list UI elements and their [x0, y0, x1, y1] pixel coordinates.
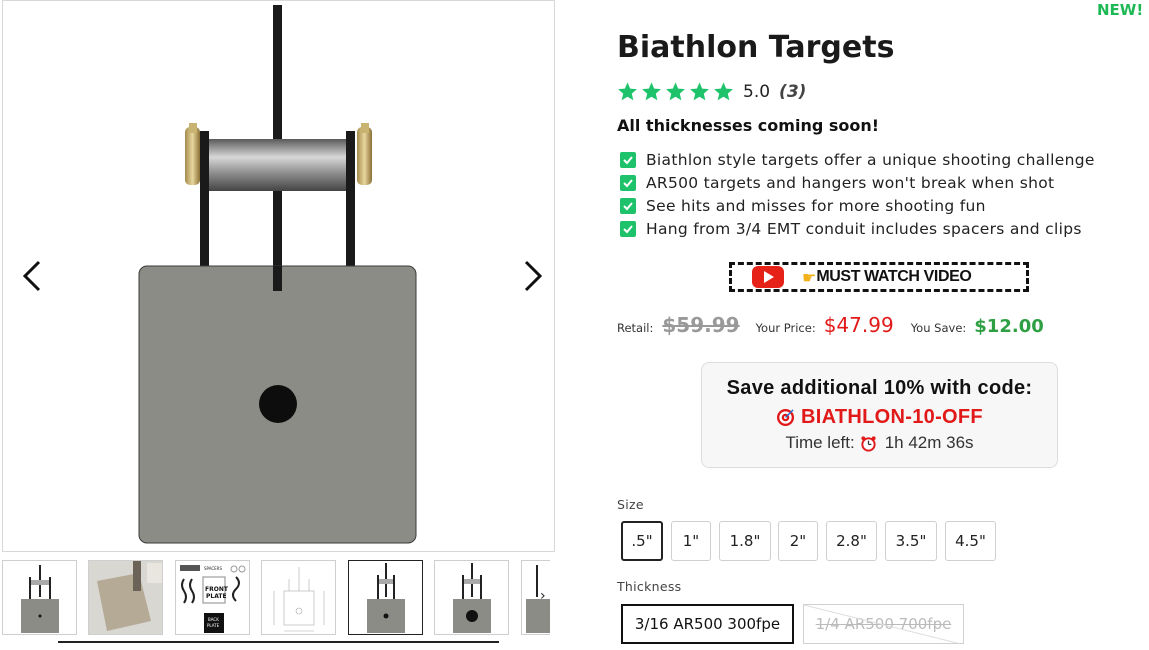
main-product-image[interactable]: [2, 0, 555, 552]
star-rating: [617, 81, 734, 102]
target-render-image: [138, 5, 417, 544]
thumbnail-scrollbar[interactable]: [58, 641, 499, 643]
thickness-option-3-16[interactable]: 3/16 AR500 300fpe: [621, 604, 794, 644]
next-image-arrow-icon[interactable]: [514, 256, 550, 296]
thumbnail-7[interactable]: [521, 560, 550, 635]
new-badge: NEW!: [1097, 1, 1144, 19]
thumbnail-strip: SPACERS FRONT PLATE BACK PLATE: [2, 559, 550, 637]
retail-label: Retail:: [617, 321, 654, 335]
feature-text: See hits and misses for more shooting fu…: [646, 196, 986, 215]
size-option-0-5[interactable]: .5": [621, 521, 663, 561]
size-option-2[interactable]: 2": [778, 521, 818, 561]
checkmark-icon: [620, 220, 636, 237]
promo-code-row: BIATHLON-10-OFF: [702, 406, 1057, 429]
thumbnail-6[interactable]: [434, 560, 509, 635]
svg-text:PLATE: PLATE: [206, 593, 227, 600]
feature-item: Hang from 3/4 EMT conduit includes space…: [620, 217, 1095, 240]
unavailable-strike-icon: [804, 605, 960, 643]
star-icon: [618, 82, 637, 101]
thickness-label: Thickness: [617, 579, 682, 594]
thumbnail-3[interactable]: SPACERS FRONT PLATE BACK PLATE: [175, 560, 250, 635]
announcement-text: All thicknesses coming soon!: [617, 116, 880, 135]
checkmark-icon: [620, 197, 636, 214]
thumbnail-2[interactable]: [88, 560, 163, 635]
thumbnail-5[interactable]: [348, 560, 423, 635]
price-row: Retail: $59.99 Your Price: $47.99 You Sa…: [617, 313, 1044, 337]
svg-text:SPACERS: SPACERS: [204, 566, 222, 571]
svg-text:BACK: BACK: [208, 617, 219, 622]
checkmark-icon: [620, 151, 636, 168]
size-option-2-8[interactable]: 2.8": [826, 521, 877, 561]
star-icon: [714, 82, 733, 101]
feature-item: Biathlon style targets offer a unique sh…: [620, 148, 1095, 171]
product-title: Biathlon Targets: [617, 30, 895, 65]
rating-value: 5.0: [743, 81, 771, 102]
you-save-label: You Save:: [910, 321, 967, 335]
size-option-1-8[interactable]: 1.8": [719, 521, 771, 561]
target-icon: [776, 408, 795, 427]
retail-price: $59.99: [662, 313, 740, 337]
pointing-hand-icon: ☛: [802, 267, 817, 287]
alarm-clock-icon: [861, 435, 876, 452]
star-icon: [666, 82, 685, 101]
size-label: Size: [617, 497, 644, 512]
feature-item: See hits and misses for more shooting fu…: [620, 194, 1095, 217]
size-option-1[interactable]: 1": [671, 521, 711, 561]
youtube-play-icon: [752, 266, 784, 288]
promo-code[interactable]: BIATHLON-10-OFF: [801, 406, 983, 429]
size-option-3-5[interactable]: 3.5": [885, 521, 937, 561]
previous-image-arrow-icon[interactable]: [15, 256, 51, 296]
product-rating[interactable]: 5.0 (3): [617, 81, 806, 102]
thickness-option-1-4-unavailable[interactable]: 1/4 AR500 700fpe: [803, 604, 964, 644]
feature-list: Biathlon style targets offer a unique sh…: [620, 148, 1095, 240]
star-icon: [642, 82, 661, 101]
timer-label: Time left:: [785, 433, 855, 452]
feature-text: Biathlon style targets offer a unique sh…: [646, 150, 1095, 169]
countdown-timer: Time left: 1h 42m 36s: [702, 433, 1057, 453]
svg-text:FRONT: FRONT: [205, 586, 229, 593]
feature-text: Hang from 3/4 EMT conduit includes space…: [646, 219, 1082, 238]
your-price: $47.99: [823, 313, 894, 337]
feature-item: AR500 targets and hangers won't break wh…: [620, 171, 1095, 194]
review-count-link[interactable]: (3): [779, 82, 806, 102]
watch-video-button[interactable]: ☛ MUST WATCH VIDEO: [729, 262, 1029, 292]
thumbnail-next-chevron-icon[interactable]: ›: [540, 588, 546, 604]
thumbnail-4[interactable]: [261, 560, 336, 635]
promo-code-box: Save additional 10% with code: BIATHLON-…: [701, 362, 1058, 468]
svg-text:PLATE: PLATE: [207, 623, 220, 628]
size-option-4-5[interactable]: 4.5": [945, 521, 996, 561]
thumbnail-1[interactable]: [2, 560, 77, 635]
video-button-label: MUST WATCH VIDEO: [816, 268, 972, 285]
your-price-label: Your Price:: [755, 321, 816, 335]
feature-text: AR500 targets and hangers won't break wh…: [646, 173, 1055, 192]
savings-amount: $12.00: [974, 316, 1044, 337]
timer-value: 1h 42m 36s: [884, 433, 974, 452]
promo-headline: Save additional 10% with code:: [726, 377, 1033, 399]
star-icon: [690, 82, 709, 101]
checkmark-icon: [620, 174, 636, 191]
